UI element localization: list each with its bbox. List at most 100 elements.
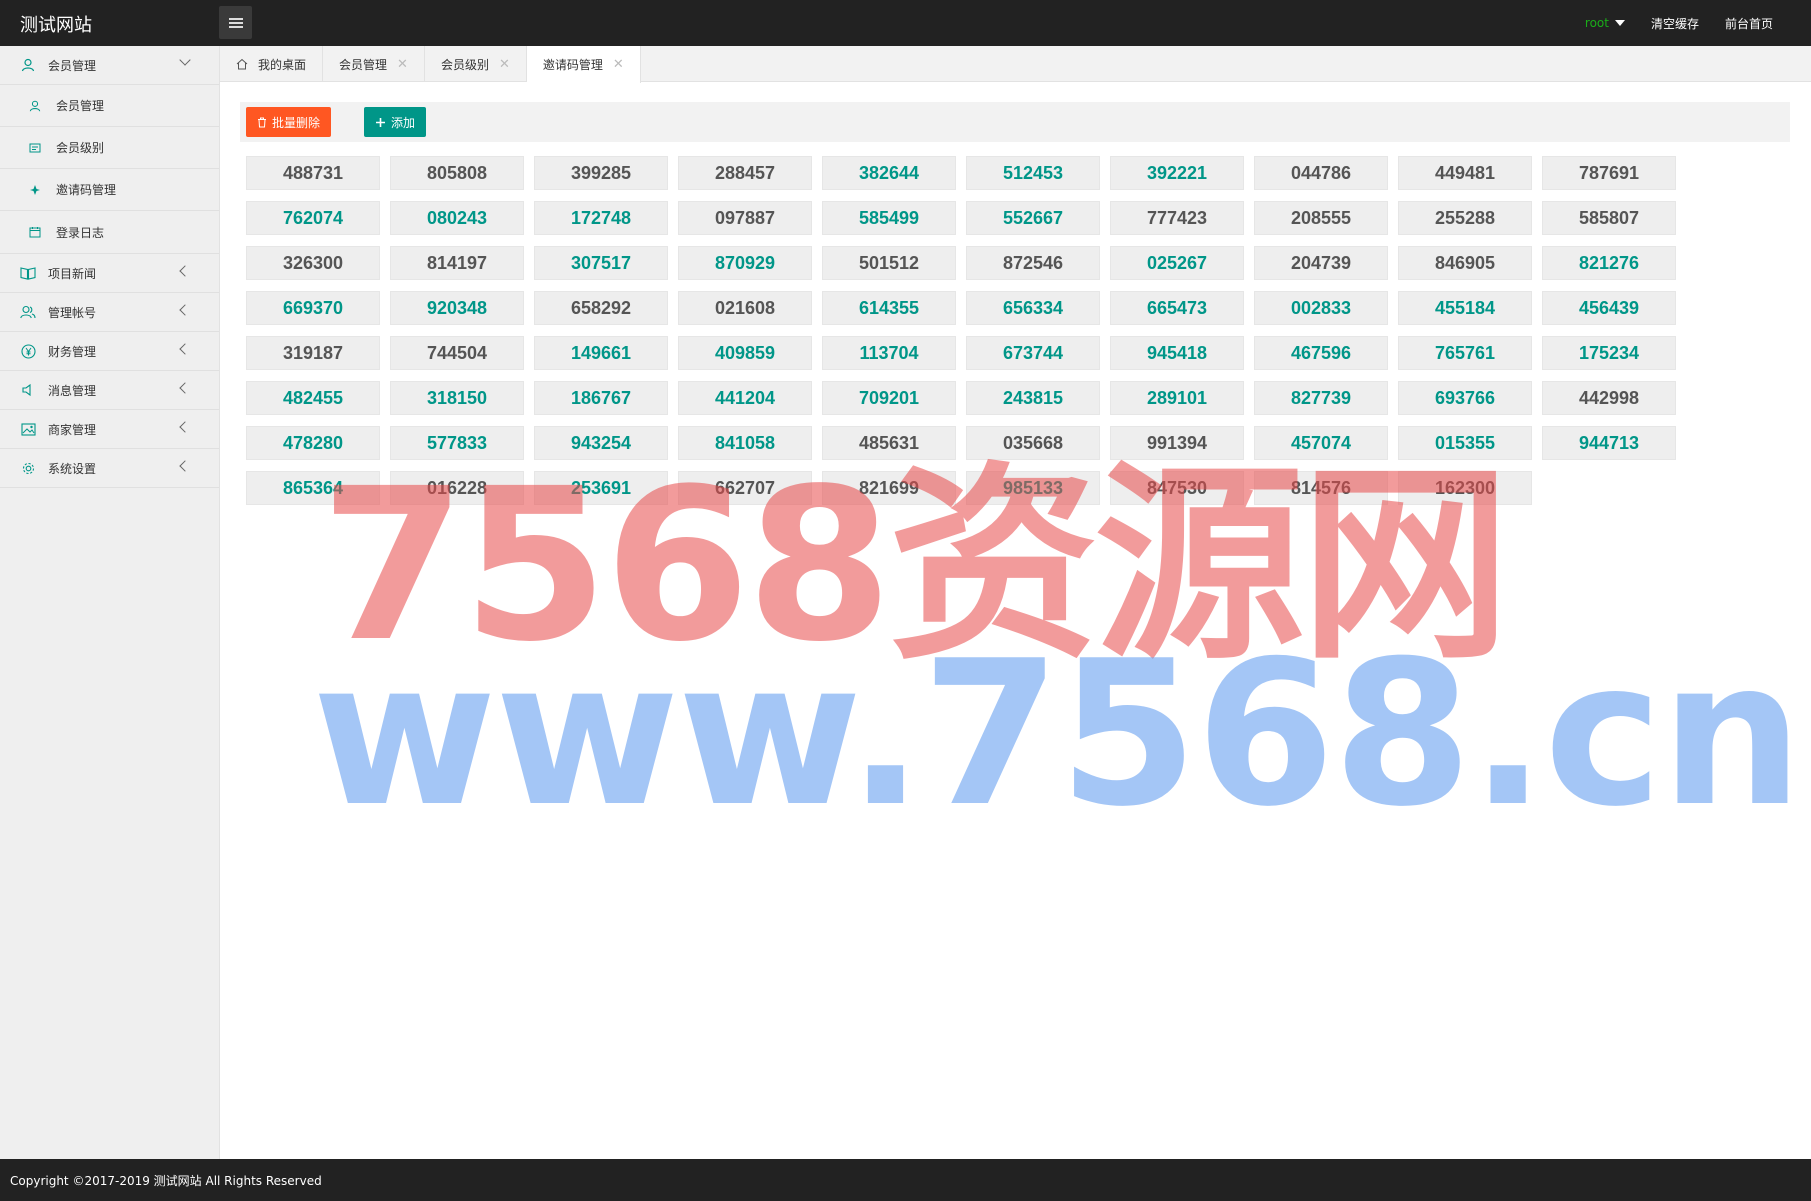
invite-code-cell[interactable]: 841058 [678,426,812,460]
invite-code-cell[interactable]: 208555 [1254,201,1388,235]
invite-code-cell[interactable]: 846905 [1398,246,1532,280]
invite-code-cell[interactable]: 318150 [390,381,524,415]
invite-code-cell[interactable]: 658292 [534,291,668,325]
invite-code-cell[interactable]: 382644 [822,156,956,190]
invite-code-cell[interactable]: 577833 [390,426,524,460]
close-icon[interactable]: ✕ [499,57,510,72]
invite-code-cell[interactable]: 865364 [246,471,380,505]
invite-code-cell[interactable]: 827739 [1254,381,1388,415]
sidebar-group-title[interactable]: 财务管理 [0,332,219,370]
sidebar-item-invite-code[interactable]: 邀请码管理 [0,169,219,211]
sidebar-group-finance[interactable]: 财务管理 [0,332,219,371]
invite-code-cell[interactable]: 289101 [1110,381,1244,415]
invite-code-cell[interactable]: 319187 [246,336,380,370]
sidebar-group-title[interactable]: 管理帐号 [0,293,219,331]
invite-code-cell[interactable]: 442998 [1542,381,1676,415]
invite-code-cell[interactable]: 501512 [822,246,956,280]
invite-code-cell[interactable]: 441204 [678,381,812,415]
invite-code-cell[interactable]: 456439 [1542,291,1676,325]
invite-code-cell[interactable]: 485631 [822,426,956,460]
sidebar-group-title[interactable]: 消息管理 [0,371,219,409]
invite-code-cell[interactable]: 814576 [1254,471,1388,505]
sidebar-group-settings[interactable]: 系统设置 [0,449,219,488]
invite-code-cell[interactable]: 943254 [534,426,668,460]
invite-code-cell[interactable]: 326300 [246,246,380,280]
invite-code-cell[interactable]: 097887 [678,201,812,235]
invite-code-cell[interactable]: 585499 [822,201,956,235]
front-home-link[interactable]: 前台首页 [1725,15,1773,32]
menu-toggle-button[interactable] [219,6,252,39]
invite-code-cell[interactable]: 186767 [534,381,668,415]
invite-code-cell[interactable]: 673744 [966,336,1100,370]
invite-code-cell[interactable]: 488731 [246,156,380,190]
sidebar-item-login-log[interactable]: 登录日志 [0,211,219,253]
tab-invite-code[interactable]: 邀请码管理 ✕ [526,46,641,83]
invite-code-cell[interactable]: 872546 [966,246,1100,280]
invite-code-cell[interactable]: 665473 [1110,291,1244,325]
site-logo[interactable]: 测试网站 [20,11,92,37]
invite-code-cell[interactable]: 307517 [534,246,668,280]
invite-code-cell[interactable]: 149661 [534,336,668,370]
tab-desktop[interactable]: 我的桌面 [220,46,324,82]
invite-code-cell[interactable]: 821699 [822,471,956,505]
user-menu[interactable]: root [1585,16,1625,30]
invite-code-cell[interactable]: 409859 [678,336,812,370]
tab-member-level[interactable]: 会员级别 ✕ [425,46,527,82]
invite-code-cell[interactable]: 113704 [822,336,956,370]
invite-code-cell[interactable]: 614355 [822,291,956,325]
invite-code-cell[interactable]: 399285 [534,156,668,190]
invite-code-cell[interactable]: 985133 [966,471,1100,505]
sidebar-group-title[interactable]: 项目新闻 [0,254,219,292]
invite-code-cell[interactable]: 392221 [1110,156,1244,190]
invite-code-cell[interactable]: 457074 [1254,426,1388,460]
sidebar-group-title[interactable]: 会员管理 [0,46,219,84]
invite-code-cell[interactable]: 814197 [390,246,524,280]
invite-code-cell[interactable]: 709201 [822,381,956,415]
invite-code-cell[interactable]: 080243 [390,201,524,235]
invite-code-cell[interactable]: 025267 [1110,246,1244,280]
invite-code-cell[interactable]: 478280 [246,426,380,460]
invite-code-cell[interactable]: 552667 [966,201,1100,235]
invite-code-cell[interactable]: 847530 [1110,471,1244,505]
invite-code-cell[interactable]: 455184 [1398,291,1532,325]
invite-code-cell[interactable]: 172748 [534,201,668,235]
invite-code-cell[interactable]: 243815 [966,381,1100,415]
invite-code-cell[interactable]: 693766 [1398,381,1532,415]
invite-code-cell[interactable]: 255288 [1398,201,1532,235]
invite-code-cell[interactable]: 787691 [1542,156,1676,190]
invite-code-cell[interactable]: 035668 [966,426,1100,460]
sidebar-group-title[interactable]: 系统设置 [0,449,219,487]
invite-code-cell[interactable]: 762074 [246,201,380,235]
invite-code-cell[interactable]: 821276 [1542,246,1676,280]
sidebar-group-accounts[interactable]: 管理帐号 [0,293,219,332]
sidebar-group-news[interactable]: 项目新闻 [0,254,219,293]
sidebar-item-member-manage[interactable]: 会员管理 [0,85,219,127]
clear-cache-link[interactable]: 清空缓存 [1651,15,1699,32]
invite-code-cell[interactable]: 669370 [246,291,380,325]
invite-code-cell[interactable]: 805808 [390,156,524,190]
invite-code-cell[interactable]: 944713 [1542,426,1676,460]
invite-code-cell[interactable]: 482455 [246,381,380,415]
invite-code-cell[interactable]: 991394 [1110,426,1244,460]
invite-code-cell[interactable]: 765761 [1398,336,1532,370]
invite-code-cell[interactable]: 021608 [678,291,812,325]
sidebar-group-members[interactable]: 会员管理 会员管理 会员级别 邀请码管理 登录日志 [0,46,219,254]
invite-code-cell[interactable]: 449481 [1398,156,1532,190]
invite-code-cell[interactable]: 870929 [678,246,812,280]
invite-code-cell[interactable]: 002833 [1254,291,1388,325]
sidebar-group-title[interactable]: 商家管理 [0,410,219,448]
invite-code-cell[interactable]: 512453 [966,156,1100,190]
sidebar-group-messages[interactable]: 消息管理 [0,371,219,410]
invite-code-cell[interactable]: 662707 [678,471,812,505]
invite-code-cell[interactable]: 945418 [1110,336,1244,370]
batch-delete-button[interactable]: 批量删除 [246,107,332,137]
invite-code-cell[interactable]: 162300 [1398,471,1532,505]
close-icon[interactable]: ✕ [397,57,408,72]
invite-code-cell[interactable]: 044786 [1254,156,1388,190]
close-icon[interactable]: ✕ [613,57,624,72]
invite-code-cell[interactable]: 175234 [1542,336,1676,370]
invite-code-cell[interactable]: 015355 [1398,426,1532,460]
sidebar-group-merchants[interactable]: 商家管理 [0,410,219,449]
invite-code-cell[interactable]: 777423 [1110,201,1244,235]
tab-member-manage[interactable]: 会员管理 ✕ [323,46,425,82]
